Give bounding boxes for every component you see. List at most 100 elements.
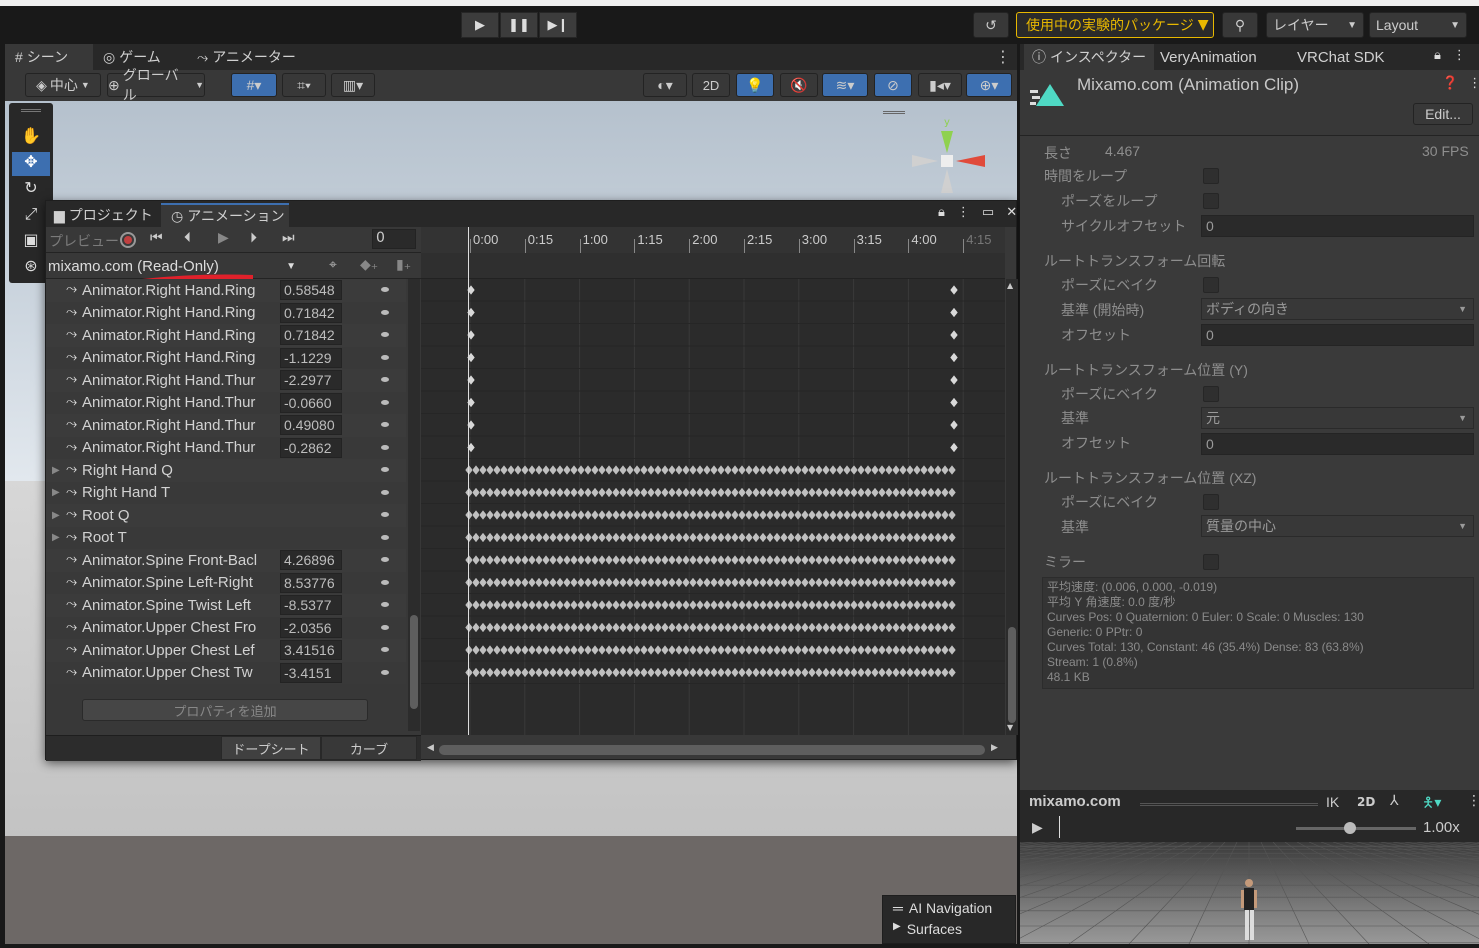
prev-key-icon[interactable]: ⏴ [184,230,191,246]
camera-button[interactable]: ▮◂▾ [918,73,962,97]
property-row[interactable]: ⤳ Animator.Right Hand.Thur -0.2862 [46,436,406,459]
lock-icon[interactable]: 🔒︎ [938,205,945,220]
preview-playhead[interactable] [1059,816,1060,838]
visibility-dot-icon[interactable] [381,669,389,675]
hand-tool-icon[interactable]: ✋ [16,126,46,150]
property-value-field[interactable]: -2.0356 [280,617,342,638]
step-button[interactable]: ▶❙ [539,12,577,38]
pause-button[interactable]: ❚❚ [500,12,538,38]
help-icon[interactable]: ❓ [1442,76,1458,91]
visibility-dot-icon[interactable] [381,422,389,427]
property-value-field[interactable]: 3.41516 [280,640,342,660]
rotation-offset-field[interactable]: 0 [1201,324,1474,346]
expand-arrow-icon[interactable]: ▶ [52,487,60,498]
add-event-icon[interactable]: ▮₊ [396,257,411,273]
visibility-dot-icon[interactable] [381,444,389,450]
scrollbar-thumb[interactable] [410,615,418,709]
add-keyframe-icon[interactable]: ◆₊ [360,257,378,273]
bake-rotation-checkbox[interactable] [1203,277,1219,293]
property-row[interactable]: ▶ ⤳ Right Hand T [46,481,406,504]
history-button[interactable]: ↺ [973,12,1009,38]
property-row[interactable]: ⤳ Animator.Right Hand.Ring 0.71842 [46,324,406,347]
surfaces-item[interactable]: ▶ Surfaces [893,921,962,937]
maximize-icon[interactable]: ▭ [982,205,994,220]
orientation-gizmo[interactable]: y [900,113,995,213]
first-key-icon[interactable]: ⏮ [150,230,163,246]
property-row[interactable]: ▶ ⤳ Root Q [46,504,406,527]
overlay-handle-icon[interactable] [883,111,905,114]
search-button[interactable]: ⚲ [1222,12,1258,38]
2d-toggle[interactable]: 2D [1357,795,1375,809]
y-offset-field[interactable]: 0 [1201,433,1474,455]
dopesheet-area[interactable]: 0:00 0:15 1:00 1:15 2:00 2:15 3:00 3:15 4:00 4:15 [421,227,1005,735]
transform-tool-icon[interactable]: ⊛ [16,256,46,280]
tab-scene[interactable]: # シーン [5,44,93,70]
expand-arrow-icon[interactable]: ▶ [52,532,60,543]
property-value-field[interactable]: -0.0660 [280,392,342,413]
visibility-dot-icon[interactable] [381,534,389,540]
add-property-button[interactable]: プロパティを追加 [82,699,368,721]
more-icon[interactable]: ⋮ [957,205,970,220]
property-value-field[interactable]: -8.5377 [280,595,342,615]
snap-increment-button[interactable]: ⌗▾ [282,73,326,97]
ruler-button[interactable]: ▥▾ [331,73,375,97]
visibility-dot-icon[interactable] [381,399,389,405]
lock-icon[interactable]: 🔒︎ [1434,48,1441,63]
scroll-up-icon[interactable]: ▲ [1007,281,1013,290]
mirror-checkbox[interactable] [1203,554,1219,570]
visibility-dot-icon[interactable] [381,287,389,292]
move-tool-icon[interactable]: ✥ [12,152,50,176]
property-value-field[interactable]: -0.2862 [280,437,342,458]
preview-viewport[interactable] [48,841,1479,945]
cycle-offset-field[interactable]: 0 [1201,215,1474,237]
lighting-toggle[interactable]: 💡 [736,73,774,97]
timeline-vscroll[interactable]: ▲ ▼ [1006,279,1018,735]
tab-animation[interactable]: ◷ アニメーション [161,203,289,227]
more-icon[interactable]: ⋮ [1453,48,1466,63]
audio-toggle[interactable]: 🔇 [780,73,818,97]
scroll-down-icon[interactable]: ▼ [1007,723,1013,732]
property-row[interactable]: ⤳ Animator.Right Hand.Thur 0.49080 [46,414,406,437]
visibility-dot-icon[interactable] [381,309,389,315]
visibility-dot-icon[interactable] [381,602,389,607]
y-based-on-dropdown[interactable]: 元 ▼ [1201,407,1474,429]
expand-arrow-icon[interactable]: ▶ [52,465,60,476]
edit-button[interactable]: Edit... [1413,103,1473,125]
property-value-field[interactable]: 0.58548 [280,280,342,300]
property-row[interactable]: ⤳ Animator.Right Hand.Thur -2.2977 [46,369,406,392]
avatar-icon[interactable]: 🯅▾ [1422,792,1441,816]
property-value-field[interactable]: -3.4151 [280,662,342,683]
property-row[interactable]: ▶ ⤳ Root T [46,526,406,549]
next-key-icon[interactable]: ⏵ [250,230,257,246]
time-ruler[interactable]: 0:00 0:15 1:00 1:15 2:00 2:15 3:00 3:15 4:00 4:15 [421,227,1005,253]
visibility-dot-icon[interactable] [381,354,389,360]
close-icon[interactable]: ✕ [1006,205,1017,220]
curves-button[interactable]: カーブ [321,736,417,760]
expand-arrow-icon[interactable]: ▶ [52,510,60,521]
property-value-field[interactable]: 8.53776 [280,572,342,593]
layout-dropdown[interactable]: Layout ▼ [1369,12,1467,38]
visibility-dot-icon[interactable] [381,512,389,517]
property-value-field[interactable]: -1.1229 [280,347,342,368]
visibility-dot-icon[interactable] [381,377,389,382]
property-row[interactable]: ⤳ Animator.Right Hand.Ring -1.1229 [46,346,406,369]
visibility-dot-icon[interactable] [381,647,389,652]
2d-toggle[interactable]: 2D [692,73,730,97]
property-row[interactable]: ⤳ Animator.Right Hand.Ring 0.71842 [46,301,406,324]
loop-time-checkbox[interactable] [1203,168,1219,184]
more-icon[interactable]: ⋮ [1467,793,1479,809]
last-key-icon[interactable]: ⏭ [282,230,295,246]
bake-xz-checkbox[interactable] [1203,494,1219,510]
visibility-dot-icon[interactable] [381,467,389,472]
more-icon[interactable]: ⋮ [1468,76,1479,91]
speed-slider-knob[interactable] [1344,822,1356,834]
property-row[interactable]: ▶ ⤳ Right Hand Q [46,459,406,482]
rotation-based-on-dropdown[interactable]: ボディの向き ▼ [1201,298,1474,320]
property-row[interactable]: ⤳ Animator.Upper Chest Tw -3.4151 [46,661,406,684]
property-row[interactable]: ⤳ Animator.Upper Chest Fro -2.0356 [46,616,406,639]
frame-field[interactable]: 0 [372,229,416,249]
tab-vrchat-sdk[interactable]: VRChat SDK [1297,44,1385,70]
bake-y-checkbox[interactable] [1203,386,1219,402]
scale-tool-icon[interactable]: ⤢ [16,204,46,228]
scroll-left-icon[interactable]: ◀ [427,743,434,753]
